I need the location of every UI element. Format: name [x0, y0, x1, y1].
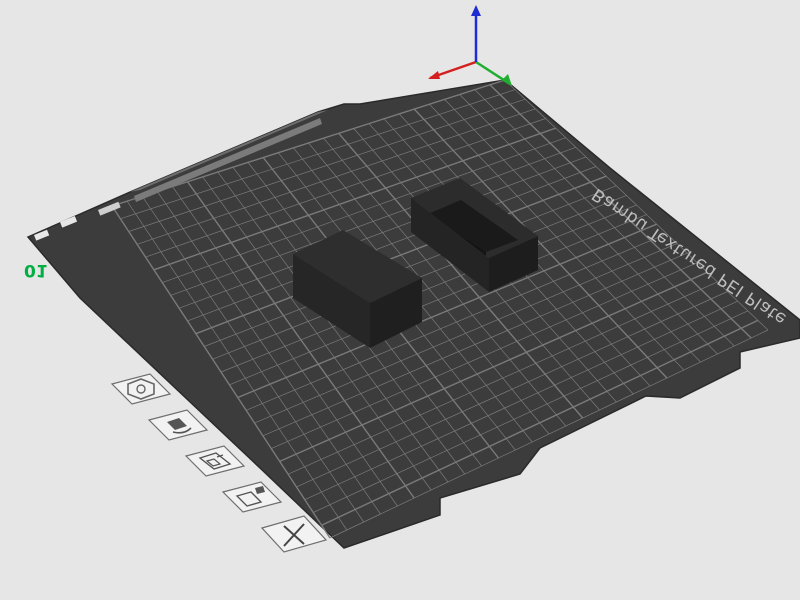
- z-axis-arrow: [471, 5, 481, 16]
- orient-button[interactable]: [147, 409, 209, 441]
- layout-button[interactable]: [184, 445, 246, 477]
- x-axis-arrow: [428, 71, 440, 79]
- plate-number: 01: [24, 260, 48, 280]
- arrange-button[interactable]: [110, 373, 172, 405]
- axes-gizmo: [428, 5, 512, 86]
- 3d-viewport[interactable]: Bambu Textured PEI Plate 01: [0, 0, 800, 600]
- plate-settings-button[interactable]: [221, 481, 283, 513]
